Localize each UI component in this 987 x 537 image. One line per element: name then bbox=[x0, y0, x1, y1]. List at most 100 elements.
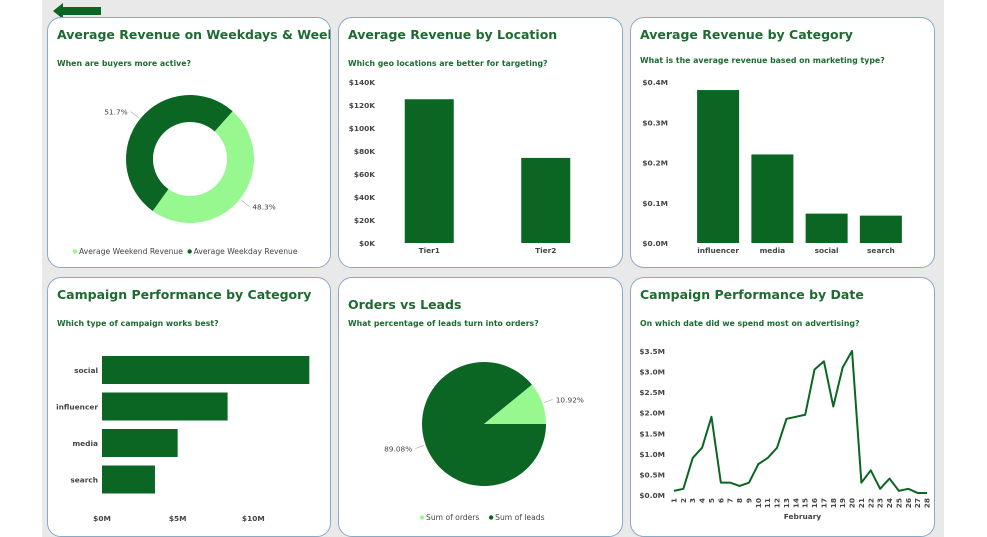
y-tick-label: social bbox=[74, 366, 98, 375]
x-tick-label: 19 bbox=[838, 498, 847, 508]
legend-marker bbox=[187, 249, 192, 254]
y-tick-label: media bbox=[72, 439, 98, 448]
bar bbox=[697, 90, 740, 243]
bar bbox=[102, 392, 228, 421]
data-label-leader bbox=[130, 111, 139, 118]
category-bar-chart: $0.0M $0.1M $0.2M $0.3M $0.4M influencer media… bbox=[642, 78, 902, 255]
x-tick-label: $10M bbox=[242, 514, 265, 523]
bar bbox=[751, 154, 794, 243]
campaign-date-card: Campaign Performance by Date On which da… bbox=[630, 277, 935, 537]
x-tick-label: media bbox=[760, 246, 786, 255]
x-axis-label: February bbox=[784, 512, 822, 521]
y-tick-label: $140K bbox=[349, 78, 376, 87]
x-tick-label: 12 bbox=[773, 498, 782, 508]
x-tick-label: 9 bbox=[744, 498, 753, 503]
x-tick-label: 26 bbox=[904, 498, 913, 508]
bar bbox=[859, 215, 902, 243]
y-tick-label: $0K bbox=[359, 239, 375, 248]
y-tick-label: $40K bbox=[354, 193, 375, 202]
x-tick-label: Tier1 bbox=[419, 246, 440, 255]
legend-marker bbox=[72, 249, 78, 254]
legend-marker bbox=[419, 515, 425, 520]
x-tick-label: 25 bbox=[894, 498, 903, 508]
y-tick-label: $80K bbox=[354, 147, 375, 156]
x-tick-label: 28 bbox=[923, 498, 932, 508]
y-tick-label: $2.5M bbox=[639, 388, 665, 397]
x-tick-label: 7 bbox=[726, 498, 735, 503]
y-tick-label: $0.3M bbox=[642, 118, 668, 127]
x-tick-label: 4 bbox=[698, 498, 707, 503]
x-tick-label: 18 bbox=[829, 498, 838, 508]
y-tick-label: $0.5M bbox=[639, 470, 665, 479]
y-tick-label: $0.2M bbox=[642, 159, 668, 168]
x-tick-label: 6 bbox=[716, 498, 725, 503]
data-label: 89.08% bbox=[384, 445, 412, 454]
x-tick-label: Tier2 bbox=[535, 246, 556, 255]
x-tick-label: $5M bbox=[169, 514, 187, 523]
campaign-category-bar-chart: social influencer media search $0M $5M $10M bbox=[56, 356, 310, 523]
x-tick-label: 14 bbox=[791, 498, 800, 508]
y-tick-label: $120K bbox=[349, 101, 376, 110]
bar bbox=[805, 213, 848, 243]
data-label: 10.92% bbox=[556, 395, 584, 404]
orders-leads-pie-chart: 89.08% 10.92% Sum of orders Sum of leads bbox=[384, 362, 584, 522]
y-tick-label: $1.5M bbox=[639, 429, 665, 438]
bar bbox=[102, 356, 310, 384]
y-tick-label: $0.0M bbox=[639, 491, 665, 500]
legend-label: Sum of orders bbox=[426, 513, 479, 522]
weekday-weekend-donut-chart: 48.3% 51.7% Average Weekend Revenue Average… bbox=[72, 94, 298, 256]
y-tick-label: $0.1M bbox=[642, 199, 668, 208]
y-tick-label: $2.0M bbox=[639, 409, 665, 418]
x-tick-label: $0M bbox=[93, 514, 111, 523]
x-tick-label: 10 bbox=[754, 498, 763, 508]
y-tick-label: $0.4M bbox=[642, 78, 668, 87]
y-tick-label: search bbox=[70, 476, 98, 485]
data-label-leader bbox=[241, 200, 250, 207]
x-tick-label: 22 bbox=[866, 498, 875, 508]
x-tick-label: 2 bbox=[679, 498, 688, 503]
y-tick-label: $0.0M bbox=[642, 239, 668, 248]
bar bbox=[102, 429, 178, 457]
campaign-date-line-chart: $0.0M $0.5M $1.0M $1.5M $2.0M $2.5M $3.0M $3.5M… bbox=[639, 347, 932, 521]
x-tick-label: 27 bbox=[913, 498, 922, 508]
location-revenue-card: Average Revenue by Location Which geo lo… bbox=[338, 17, 623, 268]
location-bar-chart: $0K $20K $40K $60K $80K $100K $120K $140K Tier1 T… bbox=[349, 78, 571, 255]
legend-label: Average Weekend Revenue bbox=[79, 247, 183, 256]
campaign-category-card: Campaign Performance by Category Which t… bbox=[47, 277, 331, 537]
y-tick-label: $20K bbox=[354, 216, 375, 225]
x-tick-label: search bbox=[867, 246, 895, 255]
x-tick-label: 15 bbox=[801, 498, 810, 508]
x-tick-label: 1 bbox=[670, 498, 679, 503]
legend-marker bbox=[488, 515, 494, 520]
y-tick-label: $3.0M bbox=[639, 368, 665, 377]
data-label: 51.7% bbox=[104, 107, 127, 116]
x-tick-label: influencer bbox=[697, 246, 739, 255]
y-tick-label: $100K bbox=[349, 124, 376, 133]
x-tick-label: 8 bbox=[735, 498, 744, 503]
y-tick-label: $3.5M bbox=[639, 347, 665, 356]
weekday-weekend-card: Average Revenue on Weekdays & Weekends W… bbox=[47, 17, 331, 268]
legend-label: Sum of leads bbox=[495, 513, 544, 522]
x-tick-label: 16 bbox=[810, 498, 819, 508]
x-tick-label: 21 bbox=[857, 498, 866, 508]
x-tick-label: 3 bbox=[688, 498, 697, 503]
x-tick-label: 5 bbox=[707, 498, 716, 503]
x-tick-label: 11 bbox=[763, 498, 772, 508]
line-series bbox=[673, 350, 927, 494]
data-label-leader bbox=[544, 399, 553, 403]
x-tick-label: social bbox=[815, 246, 839, 255]
orders-leads-card: Orders vs Leads What percentage of leads… bbox=[338, 277, 623, 537]
category-revenue-card: Average Revenue by Category What is the … bbox=[630, 17, 935, 268]
y-tick-label: influencer bbox=[56, 403, 98, 412]
data-label: 48.3% bbox=[252, 203, 275, 212]
bar bbox=[102, 465, 155, 494]
legend-label: Average Weekday Revenue bbox=[194, 247, 298, 256]
x-tick-label: 20 bbox=[848, 498, 857, 508]
bar bbox=[521, 157, 571, 243]
data-label-leader bbox=[415, 445, 424, 449]
x-tick-label: 17 bbox=[819, 498, 828, 508]
x-tick-label: 13 bbox=[782, 498, 791, 508]
bar bbox=[404, 99, 454, 243]
x-tick-label: 23 bbox=[876, 498, 885, 508]
y-tick-label: $1.0M bbox=[639, 450, 665, 459]
